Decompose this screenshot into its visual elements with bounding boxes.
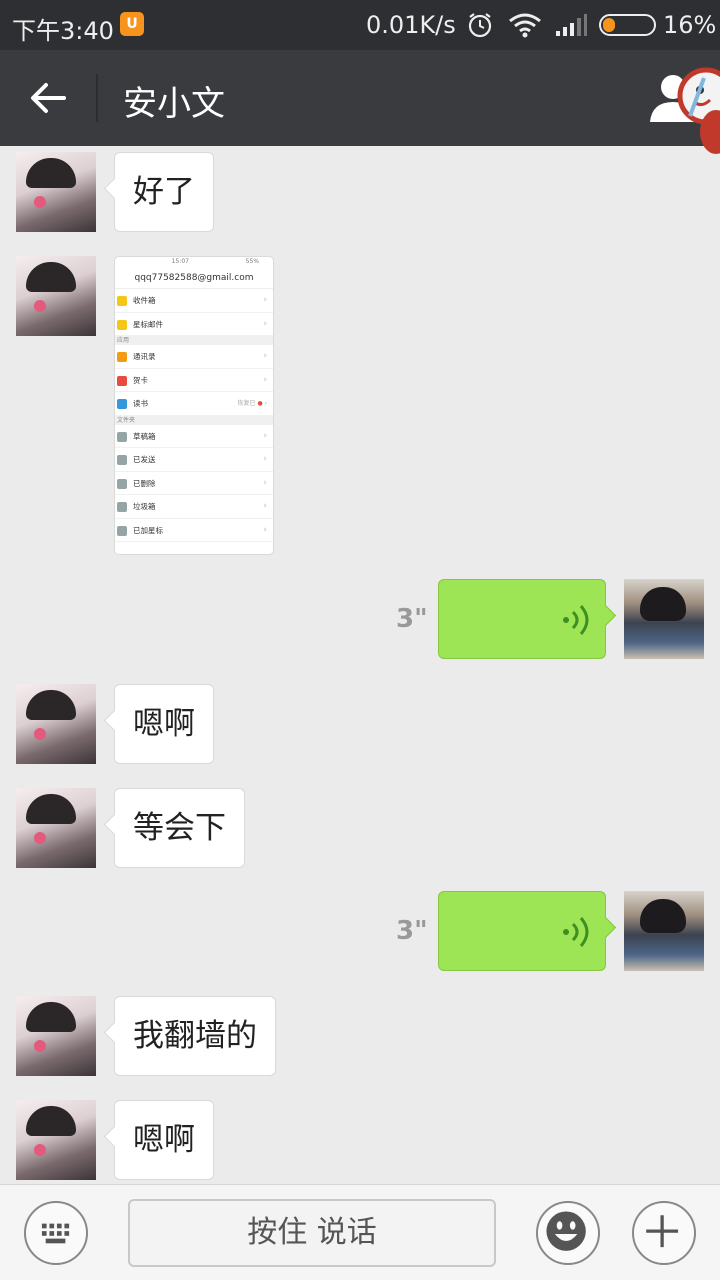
image-row: 已加星标 › <box>115 519 273 542</box>
battery-icon <box>599 14 656 36</box>
image-status-time: 15:07 <box>171 258 189 265</box>
friend-avatar[interactable] <box>16 1100 96 1180</box>
image-row: 草稿箱 › <box>115 425 273 448</box>
voice-wave-icon <box>563 605 589 635</box>
input-bar: 按住 说话 <box>0 1184 720 1280</box>
image-row: 已发送 › <box>115 448 273 472</box>
friend-avatar[interactable] <box>16 684 96 764</box>
my-avatar[interactable] <box>624 579 704 659</box>
voice-duration: 3" <box>396 604 428 634</box>
signal-icon <box>556 14 587 36</box>
wifi-icon <box>509 13 541 38</box>
image-section-header: 应用 <box>115 336 273 345</box>
friend-avatar[interactable] <box>16 152 96 232</box>
image-row-label: 通讯录 <box>133 352 156 361</box>
title-bar: 安小文 <box>0 50 720 146</box>
image-row-label: 贺卡 <box>133 375 148 385</box>
status-bar: 下午3:40 U 0.01K/s 16% <box>0 0 720 50</box>
back-arrow-icon[interactable] <box>24 76 72 120</box>
alarm-icon <box>468 13 492 38</box>
image-section-header: 文件夹 <box>115 415 273 425</box>
friend-avatar[interactable] <box>16 788 96 868</box>
emoji-button[interactable] <box>536 1201 600 1265</box>
friend-avatar[interactable] <box>16 256 96 336</box>
keyboard-toggle-button[interactable] <box>24 1201 88 1265</box>
title-divider <box>96 74 98 122</box>
battery-percent: 16% <box>663 11 717 39</box>
image-row: 读书 恢复已 ● › <box>115 392 273 416</box>
smiley-icon <box>546 1211 586 1251</box>
image-row: 通讯录 › <box>115 345 273 369</box>
image-row-label: 已删除 <box>133 478 156 488</box>
status-time: 下午3:40 <box>12 17 114 45</box>
image-row-label: 已加星标 <box>133 525 163 535</box>
image-status-battery: 55% <box>245 258 259 265</box>
image-row: 垃圾箱 › <box>115 495 273 519</box>
image-row: 贺卡 › <box>115 369 273 392</box>
voice-message[interactable] <box>438 579 606 659</box>
image-row-label: 已发送 <box>133 455 156 464</box>
image-account: qqq77582588@gmail.com <box>115 267 273 289</box>
text-message[interactable]: 我翻墙的 <box>114 996 276 1076</box>
image-row-label: 读书 <box>133 399 148 408</box>
voice-duration: 3" <box>396 916 428 946</box>
uc-browser-icon: U <box>120 12 144 36</box>
text-message[interactable]: 等会下 <box>114 788 245 868</box>
image-row-label: 垃圾箱 <box>133 502 156 511</box>
message-list[interactable]: 好了 15:07 55% qqq77582588@gmail.com 收件箱 › … <box>0 146 720 1184</box>
my-avatar[interactable] <box>624 891 704 971</box>
chat-title: 安小文 <box>123 84 225 124</box>
mascot-icon[interactable] <box>670 66 720 156</box>
image-row-label: 收件箱 <box>133 296 156 305</box>
friend-avatar[interactable] <box>16 996 96 1076</box>
text-message[interactable]: 嗯啊 <box>114 1100 214 1180</box>
image-row: 已删除 › <box>115 472 273 495</box>
plus-button[interactable] <box>632 1201 696 1265</box>
plus-icon <box>646 1215 679 1248</box>
hold-to-talk-button[interactable]: 按住 说话 <box>128 1199 496 1267</box>
text-message[interactable]: 嗯啊 <box>114 684 214 764</box>
image-row: 星标邮件 › <box>115 313 273 336</box>
image-row-label: 草稿箱 <box>133 431 156 441</box>
image-row-label: 星标邮件 <box>133 319 163 329</box>
image-message[interactable]: 15:07 55% qqq77582588@gmail.com 收件箱 › 星标邮… <box>114 256 274 555</box>
network-speed: 0.01K/s <box>366 11 456 39</box>
keyboard-icon <box>41 1223 70 1244</box>
text-message[interactable]: 好了 <box>114 152 214 232</box>
voice-message[interactable] <box>438 891 606 971</box>
image-status-bar: 15:07 55% <box>115 257 273 267</box>
voice-wave-icon <box>563 917 589 947</box>
image-row: 收件箱 › <box>115 289 273 313</box>
image-row-extra: 恢复已 <box>237 400 256 407</box>
